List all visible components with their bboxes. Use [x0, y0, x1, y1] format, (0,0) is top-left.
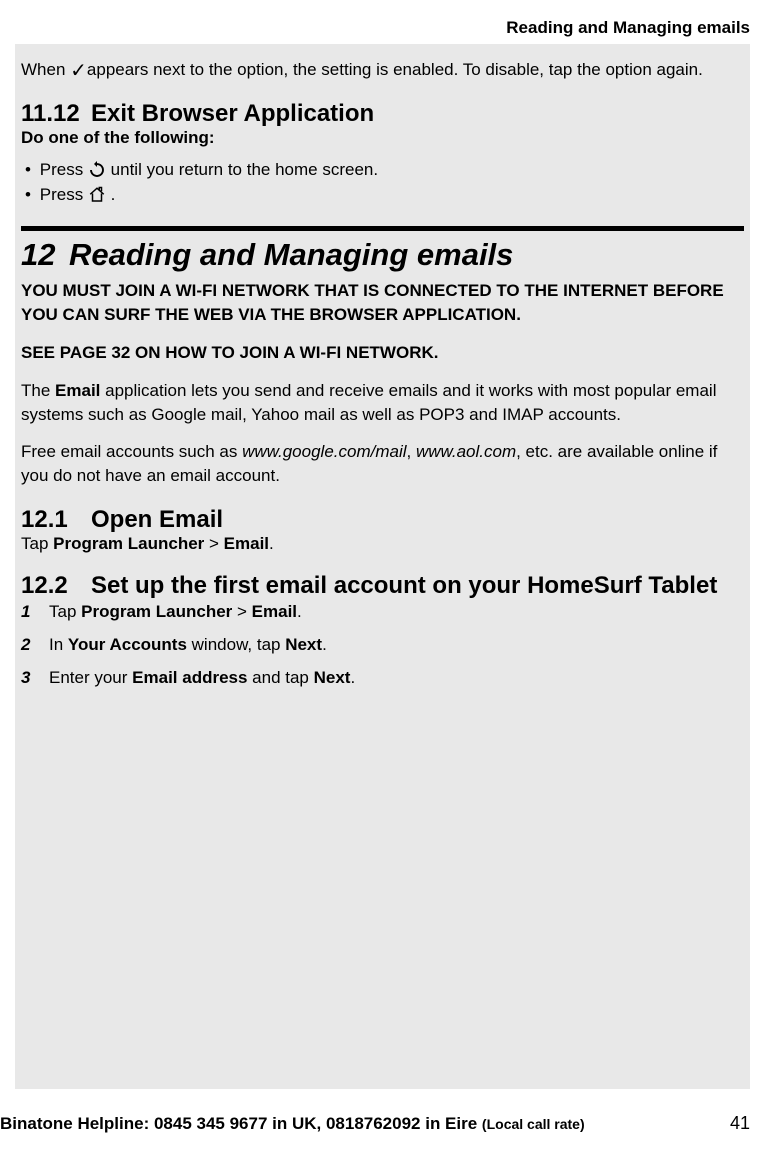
chapter-12-note2: SEE PAGE 32 ON HOW TO JOIN A WI-FI NETWO…	[21, 341, 744, 365]
helpline-rate: (Local call rate)	[482, 1116, 585, 1132]
section-number: 12.1	[21, 506, 91, 534]
s0a: Tap	[49, 602, 81, 621]
follow-d: Email	[224, 534, 269, 553]
step-3: 3 Enter your Email address and tap Next.	[21, 666, 744, 690]
follow-b: Program Launcher	[53, 534, 204, 553]
bullet1-suffix: until you return to the home screen.	[111, 160, 378, 179]
chapter-12-para1: The Email application lets you send and …	[21, 379, 744, 427]
s0d: Email	[252, 602, 297, 621]
content-area: When ✓appears next to the option, the se…	[15, 44, 750, 1089]
section-12-1-follow: Tap Program Launcher > Email.	[21, 534, 744, 554]
page-footer: Binatone Helpline: 0845 345 9677 in UK, …	[0, 1113, 750, 1134]
s0c: >	[232, 602, 251, 621]
chapter-12-heading: 12 Reading and Managing emails	[21, 237, 744, 273]
back-icon	[88, 161, 106, 179]
bullet-item-1: • Press until you return to the home scr…	[25, 158, 744, 182]
step-number: 3	[21, 666, 49, 690]
page-number: 41	[730, 1113, 750, 1134]
s2d: Next	[314, 668, 351, 687]
chapter-divider	[21, 226, 744, 231]
checkmark-icon: ✓	[70, 61, 87, 81]
bullet-dot: •	[25, 183, 35, 207]
step-number: 1	[21, 600, 49, 624]
chapter-12-note1: YOU MUST JOIN A WI-FI NETWORK THAT IS CO…	[21, 279, 744, 327]
intro-text-prefix: When	[21, 60, 70, 79]
bullet2-suffix: .	[111, 185, 116, 204]
s0b: Program Launcher	[81, 602, 232, 621]
para2-b: www.google.com/mail	[242, 442, 406, 461]
para2-c: ,	[407, 442, 416, 461]
bullet-dot: •	[25, 158, 35, 182]
s1e: .	[322, 635, 327, 654]
section-12-1-heading: 12.1 Open Email	[21, 506, 744, 534]
s2c: and tap	[247, 668, 313, 687]
bullet2-prefix: Press	[40, 185, 88, 204]
follow-a: Tap	[21, 534, 53, 553]
intro-paragraph: When ✓appears next to the option, the se…	[21, 58, 744, 82]
para1-c: application lets you send and receive em…	[21, 381, 716, 424]
para2-d: www.aol.com	[416, 442, 516, 461]
chapter-12-para2: Free email accounts such as www.google.c…	[21, 440, 744, 488]
footer-helpline: Binatone Helpline: 0845 345 9677 in UK, …	[0, 1114, 585, 1134]
chapter-title: Reading and Managing emails	[69, 237, 744, 273]
step-number: 2	[21, 633, 49, 657]
section-number: 11.12	[21, 100, 91, 128]
step-text: Tap Program Launcher > Email.	[49, 600, 744, 624]
s1b: Your Accounts	[68, 635, 187, 654]
s1c: window, tap	[187, 635, 285, 654]
s2e: .	[350, 668, 355, 687]
step-2: 2 In Your Accounts window, tap Next.	[21, 633, 744, 657]
para1-b: Email	[55, 381, 100, 400]
s1d: Next	[285, 635, 322, 654]
bullet-item-2: • Press .	[25, 183, 744, 207]
follow-e: .	[269, 534, 274, 553]
s0e: .	[297, 602, 302, 621]
s2b: Email address	[132, 668, 247, 687]
chapter-number: 12	[21, 237, 69, 273]
helpline-main: Binatone Helpline: 0845 345 9677 in UK, …	[0, 1114, 482, 1133]
home-icon	[88, 186, 106, 204]
section-11-12-subtitle: Do one of the following:	[21, 128, 744, 148]
s2a: Enter your	[49, 668, 132, 687]
bullet1-prefix: Press	[40, 160, 88, 179]
s1a: In	[49, 635, 68, 654]
running-header: Reading and Managing emails	[506, 18, 750, 38]
para1-a: The	[21, 381, 55, 400]
section-title: Open Email	[91, 506, 744, 534]
para2-a: Free email accounts such as	[21, 442, 242, 461]
section-11-12-heading: 11.12 Exit Browser Application	[21, 100, 744, 128]
section-number: 12.2	[21, 572, 91, 600]
step-text: Enter your Email address and tap Next.	[49, 666, 744, 690]
intro-text-suffix: appears next to the option, the setting …	[87, 60, 703, 79]
step-text: In Your Accounts window, tap Next.	[49, 633, 744, 657]
section-title: Exit Browser Application	[91, 100, 744, 128]
follow-c: >	[204, 534, 223, 553]
section-title: Set up the first email account on your H…	[91, 572, 744, 600]
section-12-2-heading: 12.2 Set up the first email account on y…	[21, 572, 744, 600]
step-1: 1 Tap Program Launcher > Email.	[21, 600, 744, 624]
